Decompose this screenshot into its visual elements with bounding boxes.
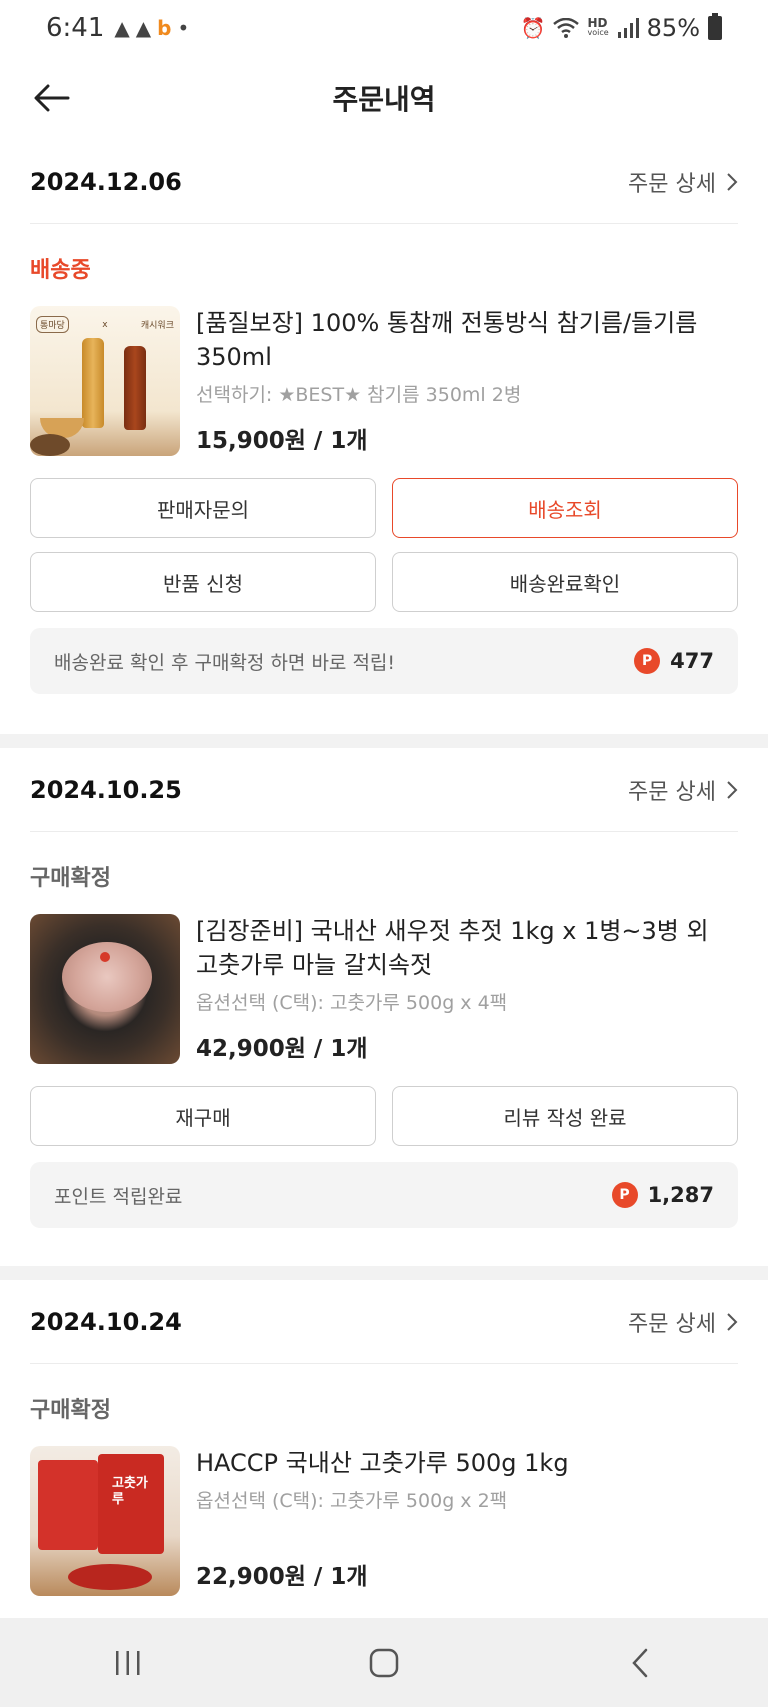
chili-garnish — [100, 952, 110, 962]
battery-percent: 85% — [646, 14, 700, 42]
status-time: 6:41 — [46, 13, 105, 43]
recent-apps-button[interactable] — [98, 1633, 158, 1693]
order-card: 2024.10.25 주문 상세 구매확정 [김장준비] 국내산 새우젓 추젓 … — [0, 748, 768, 1228]
brand-left: 통마당 — [36, 316, 69, 333]
package-label: 고춧가루 — [112, 1476, 148, 1507]
chevron-left-icon — [632, 1648, 648, 1677]
product-option: 옵션선택 (C택): 고춧가루 500g x 2팩 — [196, 1490, 508, 1512]
order-header: 2024.10.25 주문 상세 — [30, 748, 738, 832]
point-icon: P — [634, 648, 661, 674]
home-icon — [369, 1648, 399, 1677]
point-box: 배송완료 확인 후 구매확정 하면 바로 적립! P 477 — [30, 628, 738, 694]
product-name: HACCP 국내산 고춧가루 500g 1kg — [196, 1449, 569, 1477]
point-text: 배송완료 확인 후 구매확정 하면 바로 적립! — [54, 651, 396, 674]
product-info: [김장준비] 국내산 새우젓 추젓 1kg x 1병~3병 외 고춧가루 마늘 … — [196, 914, 738, 1064]
point-value: P 477 — [634, 648, 714, 674]
order-detail-link[interactable]: 주문 상세 — [628, 1306, 738, 1338]
order-detail-label: 주문 상세 — [628, 1311, 716, 1337]
app-notification-icon: b — [157, 16, 172, 40]
product-name: [품질보장] 100% 통참깨 전통방식 참기름/들기름 350ml — [196, 309, 698, 371]
return-request-button[interactable]: 반품 신청 — [30, 552, 376, 612]
action-row: 판매자문의 배송조회 — [30, 478, 738, 538]
wifi-icon — [553, 18, 580, 38]
order-detail-label: 주문 상세 — [628, 171, 716, 197]
status-right: ⏰ HD voice 85% — [520, 13, 722, 42]
product-info: HACCP 국내산 고춧가루 500g 1kg 옵션선택 (C택): 고춧가루 … — [196, 1446, 738, 1596]
chevron-right-icon — [727, 172, 738, 191]
order-detail-link[interactable]: 주문 상세 — [628, 166, 738, 198]
bottle-left — [82, 338, 104, 428]
point-box: 포인트 적립완료 P 1,287 — [30, 1162, 738, 1228]
point-text: 포인트 적립완료 — [54, 1185, 183, 1208]
notification-icons: ▲ ▲ b • — [114, 16, 189, 40]
voice-label: voice — [587, 28, 609, 37]
order-card: 2024.10.24 주문 상세 구매확정 고춧가루 HACCP 국내산 고춧가… — [0, 1280, 768, 1596]
product-thumbnail: 고춧가루 — [30, 1446, 180, 1596]
alarm-icon: ⏰ — [520, 16, 546, 40]
seeds — [30, 434, 70, 456]
repurchase-button[interactable]: 재구매 — [30, 1086, 376, 1146]
product-name: [김장준비] 국내산 새우젓 추젓 1kg x 1병~3병 외 고춧가루 마늘 … — [196, 917, 709, 979]
point-amount: 477 — [670, 649, 714, 673]
section-divider — [0, 1266, 768, 1280]
hd-label: HD — [587, 16, 608, 30]
hd-voice-icon: HD voice — [587, 16, 609, 38]
package-left — [38, 1460, 98, 1550]
system-nav-bar — [0, 1618, 768, 1707]
home-button[interactable] — [354, 1633, 414, 1693]
more-dot-icon: • — [177, 16, 190, 40]
order-header: 2024.12.06 주문 상세 — [30, 140, 738, 224]
back-arrow-icon — [34, 84, 70, 112]
back-button[interactable] — [30, 76, 74, 120]
order-date: 2024.10.24 — [30, 1307, 182, 1336]
signal-icon — [617, 18, 639, 38]
status-left: 6:41 ▲ ▲ b • — [46, 13, 189, 43]
product-thumbnail — [30, 914, 180, 1064]
page-title: 주문내역 — [332, 83, 436, 116]
seller-inquiry-button[interactable]: 판매자문의 — [30, 478, 376, 538]
app-notification-icon: ▲ — [114, 16, 130, 40]
product-info: [품질보장] 100% 통참깨 전통방식 참기름/들기름 350ml 선택하기:… — [196, 306, 738, 456]
point-icon: P — [611, 1182, 638, 1208]
product-thumbnail: 통마당 x 캐시워크 — [30, 306, 180, 456]
section-divider — [0, 734, 768, 748]
order-status: 구매확정 — [30, 1398, 111, 1423]
product-row[interactable]: 통마당 x 캐시워크 [품질보장] 100% 통참깨 전통방식 참기름/들기름 … — [30, 306, 738, 456]
point-value: P 1,287 — [611, 1182, 714, 1208]
brand-right: 캐시워크 — [140, 321, 174, 331]
brand-x: x — [102, 319, 108, 330]
order-date: 2024.10.25 — [30, 775, 182, 804]
order-detail-link[interactable]: 주문 상세 — [628, 774, 738, 806]
battery-icon — [708, 13, 722, 40]
review-done-button[interactable]: 리뷰 작성 완료 — [392, 1086, 738, 1146]
recent-apps-icon — [116, 1650, 140, 1675]
point-amount: 1,287 — [647, 1183, 714, 1207]
action-row: 반품 신청 배송완료확인 — [30, 552, 738, 612]
order-status: 구매확정 — [30, 866, 111, 891]
app-notification-icon: ▲ — [135, 16, 152, 40]
app-header: 주문내역 — [0, 56, 768, 140]
product-price: 22,900원 / 1개 — [196, 1564, 368, 1590]
product-price: 15,900원 / 1개 — [196, 428, 368, 454]
chevron-right-icon — [727, 1312, 738, 1331]
order-detail-label: 주문 상세 — [628, 779, 716, 805]
order-card: 2024.12.06 주문 상세 배송중 통마당 x 캐시워크 [품질보장] 1… — [0, 140, 768, 694]
brand-text: 통마당 x 캐시워크 — [36, 316, 174, 333]
product-row[interactable]: 고춧가루 HACCP 국내산 고춧가루 500g 1kg 옵션선택 (C택): … — [30, 1446, 738, 1596]
product-option: 선택하기: ★BEST★ 참기름 350ml 2병 — [196, 384, 522, 406]
order-status: 배송중 — [30, 258, 91, 283]
action-row: 재구매 리뷰 작성 완료 — [30, 1086, 738, 1146]
product-option: 옵션선택 (C택): 고춧가루 500g x 4팩 — [196, 992, 508, 1014]
order-date: 2024.12.06 — [30, 167, 182, 196]
system-back-button[interactable] — [610, 1633, 670, 1693]
status-bar: 6:41 ▲ ▲ b • ⏰ HD voice 85% — [0, 0, 768, 56]
product-price: 42,900원 / 1개 — [196, 1036, 368, 1062]
bottle-right — [124, 346, 146, 430]
chili-powder-plate — [68, 1564, 152, 1590]
confirm-delivery-button[interactable]: 배송완료확인 — [392, 552, 738, 612]
track-delivery-button[interactable]: 배송조회 — [392, 478, 738, 538]
chevron-right-icon — [727, 780, 738, 799]
order-header: 2024.10.24 주문 상세 — [30, 1280, 738, 1364]
product-row[interactable]: [김장준비] 국내산 새우젓 추젓 1kg x 1병~3병 외 고춧가루 마늘 … — [30, 914, 738, 1064]
